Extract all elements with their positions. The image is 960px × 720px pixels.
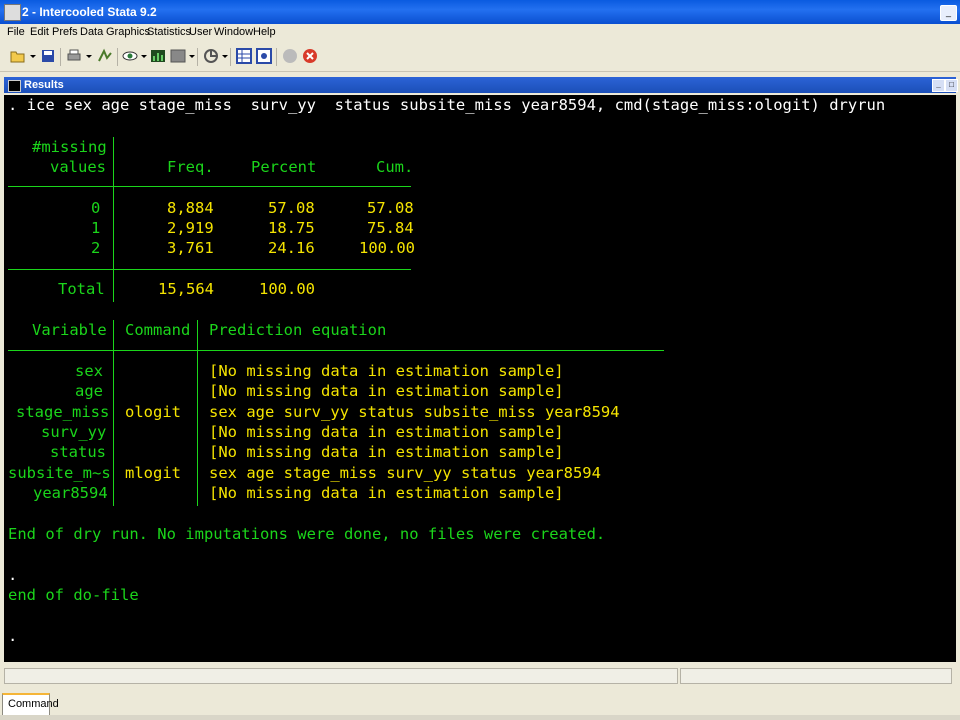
table2-row-variable: surv_yy xyxy=(41,423,107,441)
toolbar-separator xyxy=(60,48,61,66)
table2-row-equation: sex age stage_miss surv_yy status year85… xyxy=(209,464,601,482)
table1-row-freq: 2,919 xyxy=(167,219,214,237)
table1-row-cum: 100.00 xyxy=(359,239,415,257)
status-area xyxy=(0,662,960,720)
table2-vertical-rule-2 xyxy=(197,320,198,506)
table1-header-freq: Freq. xyxy=(167,158,214,176)
table2-row-equation: [No missing data in estimation sample] xyxy=(209,362,564,380)
table1-header-percent: Percent xyxy=(251,158,317,176)
menu-user[interactable]: User xyxy=(189,26,212,38)
menu-edit[interactable]: Edit xyxy=(30,26,49,38)
prompt-dot: . xyxy=(8,566,18,584)
prompt-dot: . xyxy=(8,627,18,645)
data-browser-icon[interactable] xyxy=(256,48,272,64)
table1-row-value: 0 xyxy=(91,199,101,217)
toolbar xyxy=(0,43,960,72)
menu-bar: File Edit Prefs Data Graphics Statistics… xyxy=(0,24,960,42)
command-input-strip[interactable] xyxy=(0,715,960,720)
print-dropdown-icon[interactable] xyxy=(86,55,92,58)
end-of-dofile-message: end of do-file xyxy=(8,586,139,604)
table2-row-variable: age xyxy=(75,382,103,400)
table1-row-percent: 18.75 xyxy=(268,219,315,237)
table1-row-percent: 24.16 xyxy=(268,239,315,257)
window-title: 2 - Intercooled Stata 9.2 xyxy=(22,5,157,19)
dofile-editor-icon[interactable] xyxy=(170,48,186,64)
clear-more-icon[interactable] xyxy=(203,48,219,64)
table2-vertical-rule-1 xyxy=(113,320,114,506)
table1-header-cum: Cum. xyxy=(376,158,414,176)
table1-row-cum: 75.84 xyxy=(367,219,414,237)
table2-header-command: Command xyxy=(125,321,191,339)
table2-row-variable: status xyxy=(50,443,106,461)
minimize-button[interactable]: _ xyxy=(940,5,957,21)
viewer-icon[interactable] xyxy=(122,48,138,64)
table1-row-cum: 57.08 xyxy=(367,199,414,217)
table1-row-percent: 57.08 xyxy=(268,199,315,217)
command-line: . ice sex age stage_miss surv_yy status … xyxy=(8,96,886,114)
save-icon[interactable] xyxy=(40,48,56,64)
table1-header-rule xyxy=(8,186,411,187)
table1-total-freq: 15,564 xyxy=(158,280,214,298)
toolbar-separator xyxy=(197,48,198,66)
table2-header-variable: Variable xyxy=(32,321,107,339)
toolbar-separator xyxy=(276,48,277,66)
table1-header-values: values xyxy=(50,158,106,176)
status-pane xyxy=(680,668,952,684)
toolbar-separator xyxy=(230,48,231,66)
table2-row-variable: sex xyxy=(75,362,103,380)
toolbar-separator xyxy=(117,48,118,66)
table1-total-percent: 100.00 xyxy=(259,280,315,298)
open-dropdown-icon[interactable] xyxy=(30,55,36,58)
table2-row-equation: [No missing data in estimation sample] xyxy=(209,423,564,441)
table1-vertical-rule xyxy=(113,137,114,302)
command-window-tab[interactable]: Command xyxy=(2,693,59,716)
dofile-dropdown-icon[interactable] xyxy=(189,55,195,58)
menu-data[interactable]: Data xyxy=(80,26,103,38)
table2-row-variable: year8594 xyxy=(33,484,108,502)
results-window-icon xyxy=(8,80,21,92)
table1-row-value: 2 xyxy=(91,239,101,257)
command-tab-label: Command xyxy=(8,698,59,710)
table1-row-value: 1 xyxy=(91,219,101,237)
table1-header-missing: #missing xyxy=(32,138,107,156)
table1-row-freq: 3,761 xyxy=(167,239,214,257)
table1-total-rule xyxy=(8,269,411,270)
go-icon[interactable] xyxy=(282,48,298,64)
data-editor-icon[interactable] xyxy=(236,48,252,64)
status-pane xyxy=(4,668,678,684)
table1-total-label: Total xyxy=(58,280,105,298)
dry-run-message: End of dry run. No imputations were done… xyxy=(8,525,606,543)
results-minimize-button[interactable]: _ xyxy=(932,79,945,92)
table2-header-equation: Prediction equation xyxy=(209,321,387,339)
menu-graphics[interactable]: Graphics xyxy=(106,26,150,38)
stata-app-icon[interactable] xyxy=(4,4,21,21)
results-console[interactable]: . ice sex age stage_miss surv_yy status … xyxy=(4,95,956,662)
results-maximize-button[interactable]: □ xyxy=(945,79,958,92)
table1-row-freq: 8,884 xyxy=(167,199,214,217)
open-icon[interactable] xyxy=(10,48,26,64)
table2-row-variable: stage_miss xyxy=(16,403,110,421)
viewer-dropdown-icon[interactable] xyxy=(141,55,147,58)
results-window-title: Results xyxy=(24,79,64,91)
menu-window[interactable]: Window xyxy=(214,26,253,38)
table2-header-rule xyxy=(8,350,664,351)
results-window-titlebar: Results _ □ xyxy=(4,77,958,93)
table2-row-variable: subsite_m~s xyxy=(8,464,111,482)
print-icon[interactable] xyxy=(66,48,82,64)
log-icon[interactable] xyxy=(97,48,113,64)
table2-row-equation: sex age surv_yy status subsite_miss year… xyxy=(209,403,620,421)
more-dropdown-icon[interactable] xyxy=(222,55,228,58)
menu-statistics[interactable]: Statistics xyxy=(147,26,191,38)
table2-row-command: ologit xyxy=(125,403,181,421)
graph-icon[interactable] xyxy=(150,48,166,64)
menu-file[interactable]: File xyxy=(7,26,25,38)
menu-prefs[interactable]: Prefs xyxy=(52,26,78,38)
table2-row-equation: [No missing data in estimation sample] xyxy=(209,382,564,400)
title-bar: 2 - Intercooled Stata 9.2 _ xyxy=(0,0,960,24)
menu-help[interactable]: Help xyxy=(253,26,276,38)
table2-row-equation: [No missing data in estimation sample] xyxy=(209,484,564,502)
table2-row-equation: [No missing data in estimation sample] xyxy=(209,443,564,461)
table2-row-command: mlogit xyxy=(125,464,181,482)
break-icon[interactable] xyxy=(302,48,318,64)
